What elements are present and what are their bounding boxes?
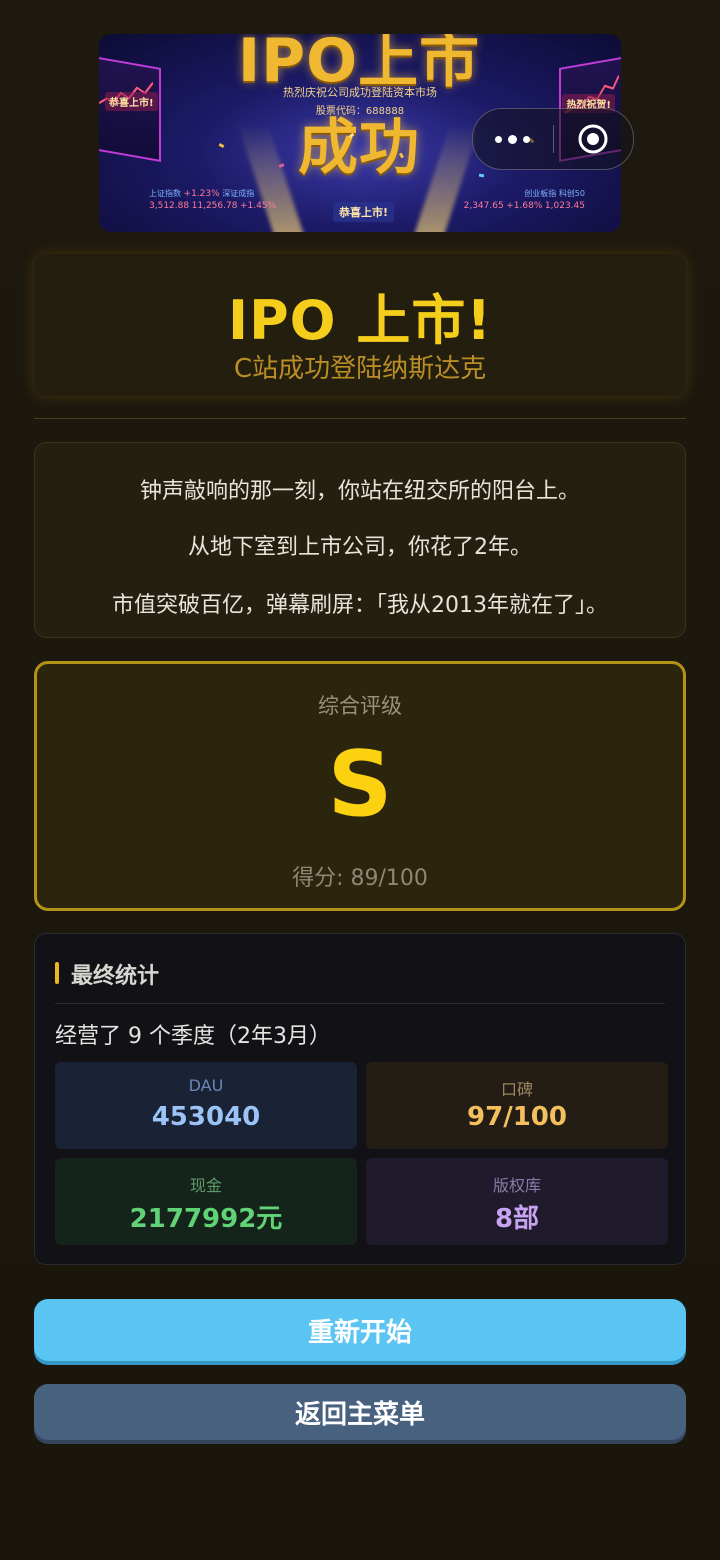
rating-grade: S — [327, 732, 393, 837]
stat-value: 453040 — [151, 1102, 261, 1132]
capsule-divider — [553, 125, 554, 153]
stat-label: 现金 — [189, 1176, 222, 1195]
rating-score: 得分: 89/100 — [292, 866, 428, 891]
stat-value: 8部 — [494, 1204, 540, 1234]
story-card: 钟声敲响的那一刻，你站在纽交所的阳台上。 从地下室到上市公司，你花了2年。 市值… — [34, 442, 686, 638]
banner-subline: 热烈庆祝公司成功登陆资本市场 — [283, 86, 437, 99]
story-line: 市值突破百亿，弹幕刷屏：「我从2013年就在了」。 — [112, 593, 608, 618]
divider — [34, 418, 686, 419]
stat-label: 口碑 — [500, 1080, 533, 1099]
stats-duration: 经营了 9 个季度（2年3月） — [55, 1024, 331, 1049]
stat-tile-reputation: 口碑 97/100 — [366, 1062, 668, 1149]
stats-heading: 最终统计 — [71, 964, 160, 989]
banner-ticker-left: 上证指数 +1.23% 深证成指 3,512.88 11,256.78 +1.4… — [149, 189, 277, 211]
result-page: IPO上市成功 热烈庆祝公司成功登陆资本市场 股票代码：688888 恭喜上市!… — [0, 0, 720, 1560]
more-dots-icon[interactable] — [493, 131, 533, 147]
mini-program-capsule — [472, 108, 634, 170]
result-subtitle: C站成功登陆纳斯达克 — [233, 354, 487, 384]
stat-value: 97/100 — [467, 1102, 567, 1132]
stats-divider — [55, 1003, 665, 1004]
stat-tile-cash: 现金 2177992元 — [55, 1158, 357, 1245]
main-menu-button[interactable]: 返回主菜单 — [34, 1384, 686, 1440]
stat-label: DAU — [188, 1076, 224, 1095]
stat-value: 2177992元 — [129, 1204, 283, 1234]
confetti — [478, 173, 485, 178]
banner-left-tag: 恭喜上市! — [105, 92, 158, 111]
stat-tile-dau: DAU 453040 — [55, 1062, 357, 1149]
rating-label: 综合评级 — [318, 694, 402, 718]
banner-center-tag: 恭喜上市! — [333, 202, 395, 222]
story-line: 钟声敲响的那一刻，你站在纽交所的阳台上。 — [139, 479, 580, 504]
final-stats-card: 最终统计 经营了 9 个季度（2年3月） DAU 453040 口碑 97/10… — [34, 933, 686, 1265]
heading-accent-bar — [55, 962, 59, 984]
restart-button[interactable]: 重新开始 — [34, 1299, 686, 1361]
banner-ticker-right: 创业板指 科创50 2,347.65 +1.68% 1,023.45 — [463, 189, 585, 211]
story-line: 从地下室到上市公司，你花了2年。 — [188, 535, 532, 560]
stat-tile-library: 版权库 8部 — [366, 1158, 668, 1245]
result-title-card: IPO 上市! C站成功登陆纳斯达克 — [34, 254, 686, 396]
rating-card: 综合评级 S 得分: 89/100 — [34, 661, 686, 911]
target-close-icon[interactable] — [577, 123, 609, 155]
result-title: IPO 上市! — [227, 289, 492, 352]
stat-label: 版权库 — [492, 1176, 541, 1195]
